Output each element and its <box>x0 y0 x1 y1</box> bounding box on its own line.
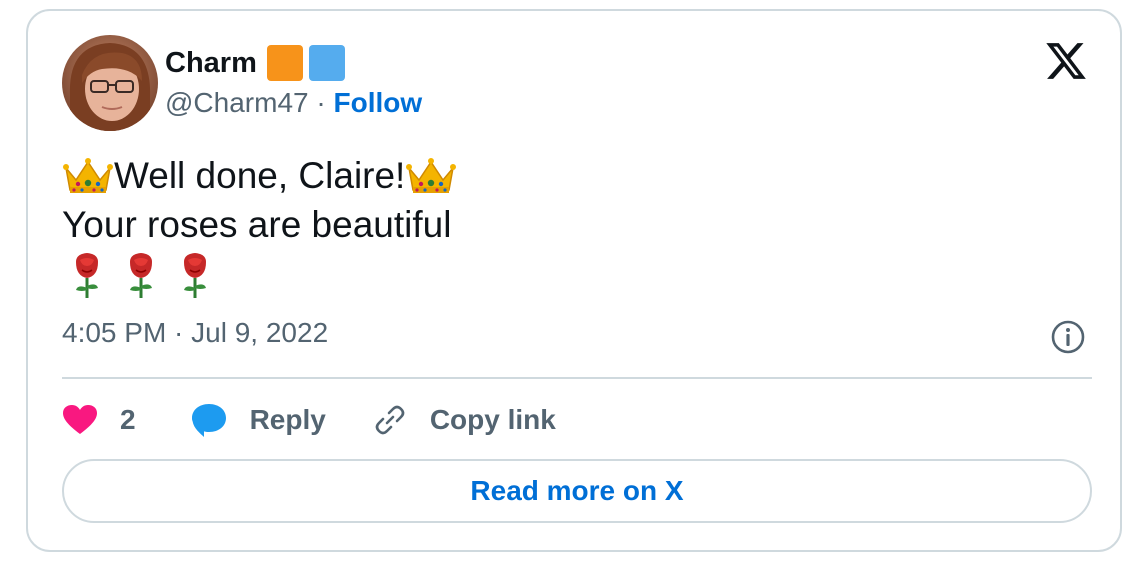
divider <box>62 377 1092 379</box>
info-icon[interactable] <box>1050 319 1086 355</box>
display-name[interactable]: Charm <box>165 47 257 80</box>
copy-link-label: Copy link <box>429 404 556 435</box>
tweet-line-2-text: Your roses are beautiful <box>62 204 452 245</box>
reply-bubble-icon <box>191 404 226 437</box>
like-button[interactable]: 2 <box>62 404 136 436</box>
follow-link[interactable]: Follow <box>333 87 422 118</box>
crown-icon <box>406 157 457 193</box>
orange-square-icon <box>266 45 303 81</box>
handle-separator: · <box>316 87 326 118</box>
author-handle-row: @Charm47 · Follow <box>165 87 422 119</box>
copy-link-button[interactable]: Copy link <box>372 402 556 438</box>
rose-icon <box>76 253 98 298</box>
action-bar: 2 Reply Copy link <box>62 395 556 445</box>
reply-button[interactable]: Reply <box>190 402 326 438</box>
rose-icon <box>130 253 152 298</box>
avatar[interactable] <box>62 35 158 131</box>
like-count: 2 <box>120 404 136 435</box>
roses-row <box>68 249 457 301</box>
heart-icon <box>63 405 97 434</box>
tweet-text: Well done, Claire! Your roses are beauti… <box>62 151 457 301</box>
avatar-photo <box>62 35 158 131</box>
reply-label: Reply <box>249 404 326 435</box>
tweet-timestamp[interactable]: 4:05 PM · Jul 9, 2022 <box>62 317 328 349</box>
blue-square-icon <box>308 45 345 81</box>
tweet-line-1-text: Well done, Claire! <box>114 155 406 196</box>
author-handle[interactable]: @Charm47 <box>165 87 309 118</box>
tweet-line-2: Your roses are beautiful <box>62 200 457 249</box>
author-name-row: Charm <box>165 43 345 83</box>
tweet-line-1: Well done, Claire! <box>62 151 457 200</box>
tweet-embed-card: Charm @Charm47 · Follow Well done, Clair… <box>26 9 1122 552</box>
x-logo-icon[interactable] <box>1044 39 1088 83</box>
link-icon <box>375 405 405 435</box>
read-more-button[interactable]: Read more on X <box>62 459 1092 523</box>
crown-icon <box>63 157 113 193</box>
rose-icon <box>184 253 206 298</box>
